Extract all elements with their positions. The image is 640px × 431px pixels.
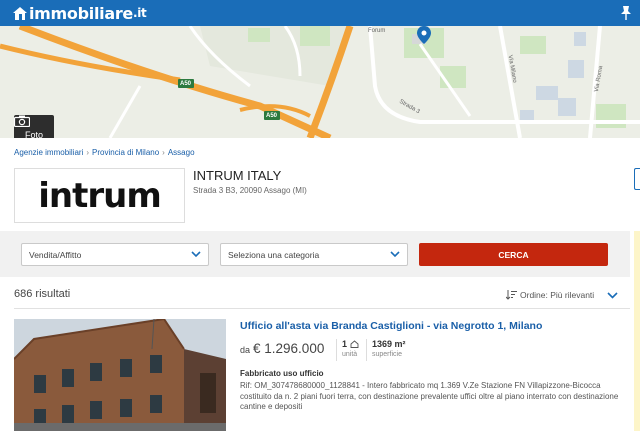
chevron-down-icon[interactable] <box>607 292 618 299</box>
price-value: € 1.296.000 <box>253 341 325 356</box>
surface-value: 1369 m² <box>372 339 406 349</box>
chevron-down-icon <box>191 251 201 258</box>
listing-description: Rif: OM_307478680000_1128841 - Intero fa… <box>240 381 619 412</box>
listing-photo[interactable] <box>14 319 226 431</box>
side-banner <box>634 231 640 431</box>
location-map[interactable]: A50 A50 Strada 3 Forum Via Milano Via Ro… <box>0 26 640 138</box>
house-icon <box>13 7 27 20</box>
logo-text: immobiliare <box>29 3 133 23</box>
highway-label: A50 <box>266 113 278 119</box>
agency-name: INTRUM ITALY <box>193 168 282 183</box>
highway-label: A50 <box>180 81 192 87</box>
listing-type: Fabbricato uso ufficio <box>240 369 324 378</box>
camera-icon <box>14 115 30 127</box>
house-icon <box>350 340 358 348</box>
side-contact-tab[interactable] <box>634 168 640 190</box>
sort-label: Ordine: Più rilevanti <box>520 290 595 300</box>
category-select[interactable]: Seleziona una categoria <box>220 243 408 266</box>
building-photo <box>14 319 226 431</box>
search-bar: Vendita/Affitto Seleziona una categoria … <box>0 231 630 277</box>
breadcrumb-link[interactable]: Provincia di Milano <box>92 148 159 157</box>
breadcrumb-link[interactable]: Agenzie immobiliari <box>14 148 83 157</box>
divider <box>14 308 630 309</box>
breadcrumb-link[interactable]: Assago <box>168 148 195 157</box>
photo-button-label: Foto <box>24 130 43 138</box>
units-value: 1 <box>342 339 348 349</box>
pushpin-icon[interactable] <box>618 4 634 22</box>
agency-logo: intrum <box>14 168 185 223</box>
chevron-right-icon: › <box>86 148 90 157</box>
surface-label: superficie <box>372 351 402 358</box>
listing-title[interactable]: Ufficio all'asta via Branda Castiglioni … <box>240 320 542 332</box>
photo-button[interactable]: Foto <box>14 115 54 138</box>
divider <box>336 339 337 361</box>
listing-price: da € 1.296.000 <box>240 341 324 356</box>
units-feature: 1 unità <box>342 339 359 358</box>
category-select-value: Seleziona una categoria <box>228 249 320 260</box>
sort-control[interactable]: Ordine: Più rilevanti <box>506 290 594 300</box>
logo-suffix: .it <box>132 6 147 20</box>
units-label: unità <box>342 351 358 358</box>
top-bar: immobiliare .it <box>0 0 640 26</box>
price-prefix: da <box>240 345 251 355</box>
breadcrumb: Agenzie immobiliari › Provincia di Milan… <box>14 148 195 157</box>
site-logo[interactable]: immobiliare .it <box>12 3 147 23</box>
chevron-down-icon <box>390 251 400 258</box>
agency-logo-text: intrum <box>38 175 162 216</box>
search-button[interactable]: CERCA <box>419 243 608 266</box>
surface-feature: 1369 m² superficie <box>372 339 406 358</box>
contract-select-value: Vendita/Affitto <box>29 249 82 260</box>
results-count: 686 risultati <box>14 288 71 300</box>
sort-icon <box>506 290 517 300</box>
chevron-right-icon: › <box>162 148 165 157</box>
divider <box>366 339 367 361</box>
contract-select[interactable]: Vendita/Affitto <box>21 243 209 266</box>
agency-address: Strada 3 B3, 20090 Assago (MI) <box>193 186 307 195</box>
street-label: Forum <box>368 28 386 34</box>
map-canvas <box>0 26 640 138</box>
